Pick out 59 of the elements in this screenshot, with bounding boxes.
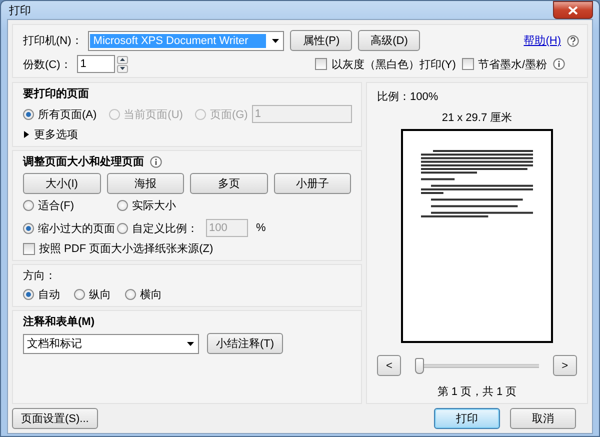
spinner-arrows-icon[interactable] (117, 56, 128, 72)
properties-button[interactable]: 属性(P) (290, 30, 352, 51)
radio-label: 横向 (140, 288, 162, 302)
radio-label: 当前页面(U) (124, 108, 183, 122)
close-icon (568, 6, 578, 14)
radio-label: 所有页面(A) (38, 108, 97, 122)
page-count-label: 第 1 页，共 1 页 (437, 385, 517, 399)
help-link[interactable]: 帮助(H) (524, 33, 561, 48)
sizing-tab-button[interactable]: 小册子 (274, 173, 351, 194)
checkbox-label: 按照 PDF 页面大小选择纸张来源(Z) (39, 242, 214, 256)
checkbox[interactable] (315, 58, 328, 70)
sizing-tab-button[interactable]: 大小(I) (23, 173, 100, 194)
sizing-tab-button[interactable]: 海报 (106, 173, 184, 194)
section-title: 调整页面大小和处理页面 (23, 154, 144, 169)
copies-field[interactable]: 1 (77, 55, 116, 73)
checkbox-label: 以灰度（黑白色）打印(Y) (331, 58, 456, 72)
comments-dropdown[interactable]: 文档和标记 (23, 334, 199, 354)
cancel-button[interactable]: 取消 (510, 408, 576, 429)
radio-button[interactable] (74, 289, 85, 300)
section-title: 要打印的页面 (23, 86, 90, 101)
next-page-button[interactable]: > (552, 355, 577, 376)
checkbox[interactable] (23, 242, 35, 254)
radio-label: 纵向 (89, 288, 111, 302)
section-title: 注释和表单(M) (23, 314, 96, 329)
percent-label: % (256, 222, 266, 234)
radio-label: 页面(G) (210, 108, 248, 122)
summarize-comments-button[interactable]: 小结注释(T) (207, 333, 284, 354)
info-icon (553, 58, 565, 70)
window-title: 打印 (8, 4, 31, 18)
radio-label: 适合(F) (38, 199, 74, 213)
radio-label: 缩小过大的页面 (38, 222, 115, 236)
print-button[interactable]: 打印 (434, 408, 500, 429)
sizing-tab-button[interactable]: 多页 (190, 173, 268, 194)
previous-page-button[interactable]: < (377, 355, 402, 376)
radio-label: 自定义比例： (132, 222, 198, 236)
help-icon (567, 34, 579, 46)
more-options-label[interactable]: 更多选项 (34, 127, 78, 142)
info-icon (150, 156, 162, 168)
scale-label: 比例：100% (377, 90, 438, 104)
copies-label: 份数(C)： (23, 58, 72, 72)
checkbox[interactable] (462, 58, 474, 70)
advanced-button[interactable]: 高级(D) (358, 30, 420, 51)
page-setup-button[interactable]: 页面设置(S)... (12, 408, 98, 429)
radio-button[interactable] (23, 289, 34, 300)
expand-triangle-icon[interactable] (23, 131, 30, 138)
paper-size-label: 21 x 29.7 厘米 (442, 111, 512, 125)
radio-label: 实际大小 (132, 198, 176, 213)
radio-button[interactable] (23, 222, 34, 234)
radio-button[interactable] (23, 108, 34, 120)
close-button[interactable] (553, 1, 593, 19)
radio-button[interactable] (23, 200, 34, 211)
printer-label: 打印机(N)： (23, 34, 82, 48)
radio-button[interactable] (117, 222, 128, 234)
radio-label: 自动 (38, 288, 60, 302)
radio-button[interactable] (125, 289, 136, 300)
checkbox-label: 节省墨水/墨粉 (478, 58, 547, 72)
radio-button[interactable] (117, 200, 128, 211)
slider-thumb[interactable] (415, 358, 424, 374)
section-title: 方向： (23, 268, 57, 283)
